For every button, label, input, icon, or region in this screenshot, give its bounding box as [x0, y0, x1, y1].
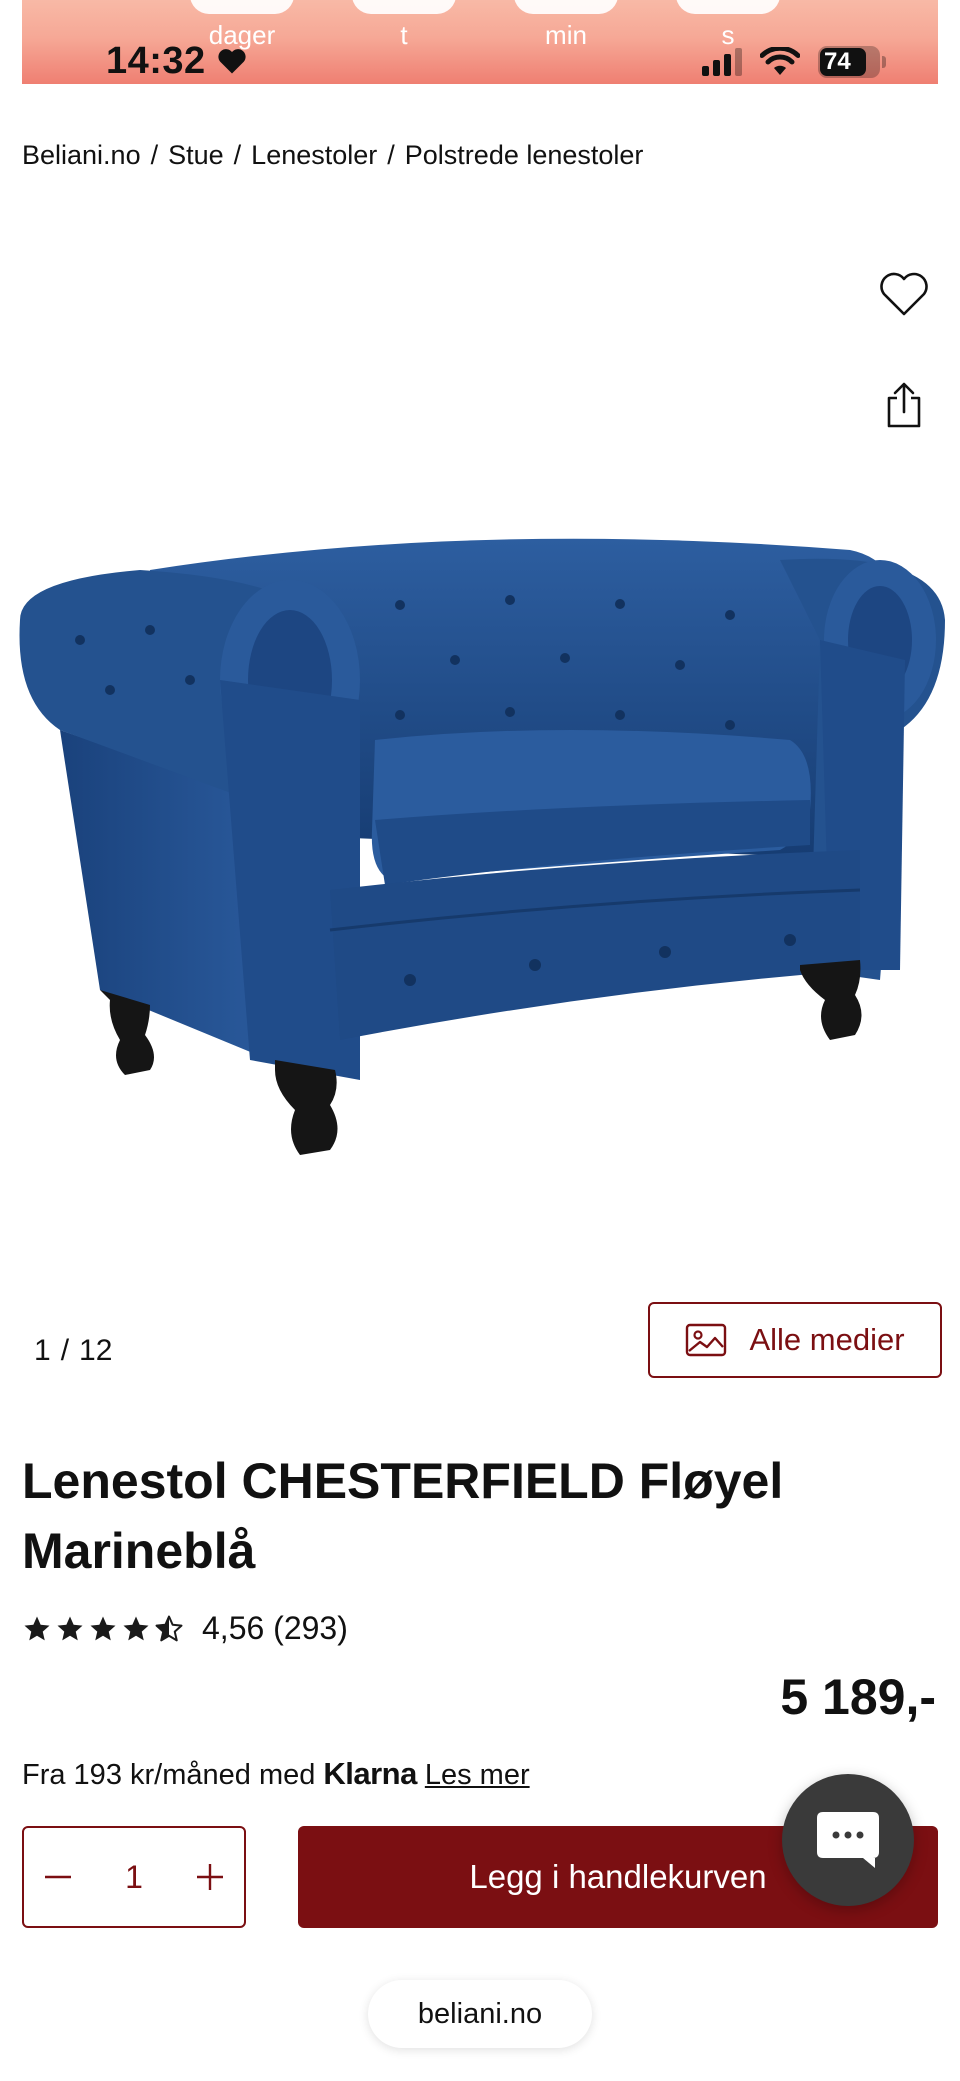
breadcrumb-item-polstrede[interactable]: Polstrede lenestoler — [405, 140, 644, 171]
rating-text: 4,56 (293) — [202, 1610, 348, 1646]
product-rating[interactable]: 4,56 (293) — [22, 1610, 348, 1647]
countdown-hours-box — [352, 0, 456, 14]
rating-stars — [22, 1614, 184, 1644]
chat-button[interactable] — [782, 1774, 914, 1906]
countdown-days-box — [190, 0, 294, 14]
star-icon — [90, 1616, 116, 1640]
share-icon — [887, 382, 921, 428]
image-icon — [686, 1323, 727, 1357]
breadcrumb: Beliani.no / Stue / Lenestoler / Polstre… — [22, 140, 643, 171]
product-image[interactable] — [0, 500, 960, 1180]
star-icon — [123, 1616, 149, 1640]
gallery-current: 1 — [34, 1334, 51, 1367]
countdown-minutes-label: min — [545, 20, 587, 50]
star-icon — [57, 1616, 83, 1640]
financing-text: Fra 193 kr/måned med — [22, 1759, 316, 1791]
gallery-separator: / — [60, 1334, 70, 1367]
klarna-financing: Fra 193 kr/måned med Klarna Les mer — [22, 1756, 530, 1792]
status-icons: 74 — [702, 46, 886, 78]
heart-icon — [880, 272, 928, 316]
minus-icon — [45, 1875, 71, 1879]
status-time: 14:32 — [106, 40, 247, 83]
quantity-decrease-button[interactable] — [34, 1847, 82, 1907]
product-price: 5 189,- — [780, 1669, 936, 1725]
add-to-cart-label: Legg i handlekurven — [469, 1858, 767, 1895]
quantity-increase-button[interactable] — [186, 1847, 234, 1907]
star-half-icon — [155, 1615, 183, 1641]
breadcrumb-separator: / — [233, 140, 242, 170]
countdown-minutes-box — [514, 0, 618, 14]
status-time-text: 14:32 — [106, 40, 206, 82]
product-title: Lenestol CHESTERFIELD Fløyel Marineblå — [22, 1453, 784, 1579]
breadcrumb-separator: / — [387, 140, 395, 170]
wifi-icon — [760, 47, 800, 75]
gallery-counter: 1 / 12 — [34, 1334, 112, 1368]
wishlist-button[interactable] — [874, 264, 934, 324]
countdown-seconds-box — [676, 0, 780, 14]
quantity-value[interactable]: 1 — [125, 1859, 143, 1896]
countdown-hours-label: t — [400, 20, 408, 50]
breadcrumb-item-lenestoler[interactable]: Lenestoler — [251, 140, 377, 171]
klarna-logo: Klarna — [323, 1756, 417, 1791]
countdown-banner: dager t min s 14:32 74 — [22, 0, 938, 84]
battery-icon: 74 — [818, 46, 886, 78]
chat-icon — [817, 1812, 879, 1868]
quantity-stepper: 1 — [22, 1826, 246, 1928]
all-media-label: Alle medier — [749, 1322, 905, 1357]
all-media-button[interactable]: Alle medier — [648, 1302, 942, 1378]
plus-icon — [196, 1864, 223, 1890]
breadcrumb-separator: / — [150, 140, 159, 170]
financing-read-more-link[interactable]: Les mer — [425, 1759, 530, 1792]
gallery-total: 12 — [79, 1334, 113, 1367]
share-button[interactable] — [874, 376, 934, 436]
breadcrumb-item-home[interactable]: Beliani.no — [22, 140, 141, 171]
heart-fill-icon — [218, 49, 246, 74]
browser-url-bar[interactable]: beliani.no — [368, 1980, 592, 2048]
star-icon — [24, 1616, 50, 1640]
url-text: beliani.no — [417, 1997, 543, 2030]
signal-icon — [702, 48, 742, 76]
breadcrumb-item-stue[interactable]: Stue — [168, 140, 224, 171]
armchair-illustration — [19, 538, 945, 1155]
battery-level: 74 — [824, 48, 851, 75]
